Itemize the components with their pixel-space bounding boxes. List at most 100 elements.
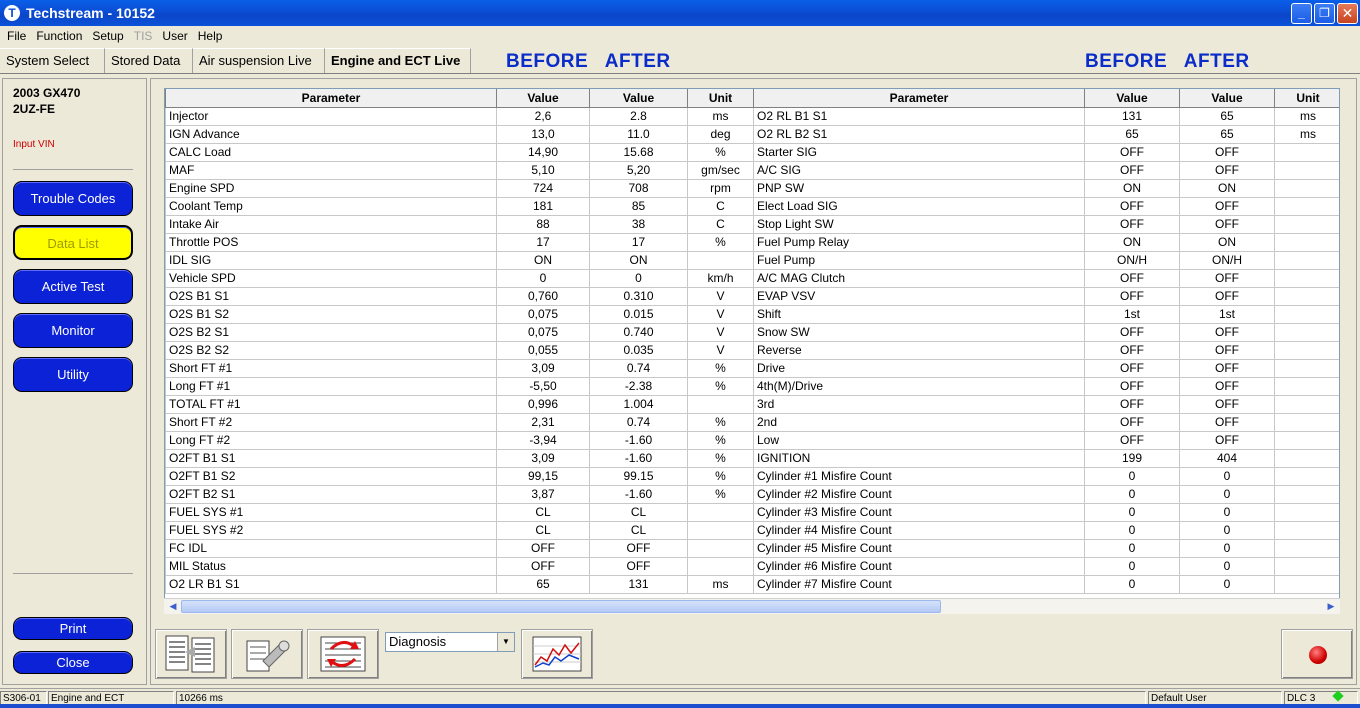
snapshot-button[interactable] <box>231 629 303 679</box>
table-row[interactable]: CALC Load 14,90 15.68% <box>165 142 754 162</box>
value-before-cell: 0,075 <box>496 322 590 342</box>
chevron-down-icon[interactable]: ▼ <box>497 633 514 651</box>
table-row[interactable]: Injector 2,6 2.8 ms <box>165 106 754 126</box>
table-row[interactable]: Elect Load SIG OFF OFF <box>753 196 1339 216</box>
table-row[interactable]: 2nd OFF OFF <box>753 412 1339 432</box>
table-row[interactable]: MIL Status OFF OFF <box>165 556 754 576</box>
tab-system-select[interactable]: System Select <box>0 48 105 73</box>
menu-help[interactable]: Help <box>193 29 228 43</box>
menu-setup[interactable]: Setup <box>87 29 128 43</box>
menu-function[interactable]: Function <box>31 29 87 43</box>
table-row[interactable]: Stop Light SW OFF OFF <box>753 214 1339 234</box>
table-row[interactable]: O2S B1 S1 0,760 0.310 V <box>165 286 754 306</box>
input-vin-link[interactable]: Input VIN <box>13 139 55 150</box>
table-row[interactable]: 3rd OFF OFF <box>753 394 1339 414</box>
data-list-button[interactable]: Data List <box>13 225 133 260</box>
table-row[interactable]: FC IDL OFF OFF <box>165 538 754 558</box>
table-row[interactable]: Reverse OFF OFF <box>753 340 1339 360</box>
table-row[interactable]: Vehicle SPD 0 0 km/h <box>165 268 754 288</box>
table-row[interactable]: O2 RL B1 S1 131 65 ms <box>753 106 1339 126</box>
value-before-cell: 0,055 <box>496 340 590 360</box>
monitor-button[interactable]: Monitor <box>13 313 133 348</box>
table-row[interactable]: PNP SW ON ON <box>753 178 1339 198</box>
table-row[interactable]: Drive OFF OFF <box>753 358 1339 378</box>
unit-cell <box>1274 322 1339 342</box>
table-row[interactable]: MAF 5,10 5,20 gm/sec <box>165 160 754 180</box>
column-header-unit[interactable]: Unit <box>1274 89 1339 108</box>
swap-view-button[interactable] <box>307 629 379 679</box>
maximize-button[interactable]: ❐ <box>1314 3 1335 24</box>
table-row[interactable]: Long FT #1 -5,50 -2.38% <box>165 376 754 396</box>
table-row[interactable]: FUEL SYS #1 CL CL <box>165 502 754 522</box>
active-test-button[interactable]: Active Test <box>13 269 133 304</box>
parameter-cell: FUEL SYS #2 <box>165 520 497 540</box>
table-row[interactable]: Cylinder #5 Misfire Count 0 0 <box>753 538 1339 558</box>
column-header-value-after[interactable]: Value <box>1179 89 1275 108</box>
trouble-codes-button[interactable]: Trouble Codes <box>13 181 133 216</box>
scroll-right-icon[interactable]: ▶ <box>1324 600 1338 613</box>
utility-button[interactable]: Utility <box>13 357 133 392</box>
table-row[interactable]: Snow SW OFF OFF <box>753 322 1339 342</box>
close-button[interactable]: Close <box>13 651 133 674</box>
record-button[interactable] <box>1281 629 1353 679</box>
table-row[interactable]: Cylinder #6 Misfire Count 0 0 <box>753 556 1339 576</box>
table-row[interactable]: 4th(M)/Drive OFF OFF <box>753 376 1339 396</box>
table-row[interactable]: Cylinder #4 Misfire Count 0 0 <box>753 520 1339 540</box>
table-row[interactable]: A/C MAG Clutch OFF OFF <box>753 268 1339 288</box>
table-row[interactable]: O2 LR B1 S1 65 131 ms <box>165 574 754 594</box>
table-row[interactable]: O2FT B1 S1 3,09 -1.60% <box>165 448 754 468</box>
value-after-cell: 11.0 <box>589 124 688 144</box>
table-row[interactable]: Short FT #1 3,09 0.74% <box>165 358 754 378</box>
table-row[interactable]: FUEL SYS #2 CL CL <box>165 520 754 540</box>
menu-file[interactable]: File <box>2 29 31 43</box>
table-row[interactable]: O2 RL B2 S1 65 65 ms <box>753 124 1339 144</box>
table-row[interactable]: O2S B2 S1 0,075 0.740 V <box>165 322 754 342</box>
print-button[interactable]: Print <box>13 617 133 640</box>
table-row[interactable]: Cylinder #2 Misfire Count 0 0 <box>753 484 1339 504</box>
column-header-parameter[interactable]: Parameter <box>165 89 497 108</box>
column-header-parameter[interactable]: Parameter <box>753 89 1085 108</box>
table-row[interactable]: O2S B1 S2 0,075 0.015 V <box>165 304 754 324</box>
close-window-button[interactable]: ✕ <box>1337 3 1358 24</box>
table-row[interactable]: O2S B2 S2 0,055 0.035 V <box>165 340 754 360</box>
value-after-cell: OFF <box>1179 340 1275 360</box>
table-row[interactable]: A/C SIG OFF OFF <box>753 160 1339 180</box>
tab-air-suspension-live[interactable]: Air suspension Live <box>193 48 325 73</box>
table-row[interactable]: TOTAL FT #1 0,996 1.004 <box>165 394 754 414</box>
table-row[interactable]: Cylinder #3 Misfire Count 0 0 <box>753 502 1339 522</box>
table-row[interactable]: IGNITION 199 404 <box>753 448 1339 468</box>
scrollbar-thumb[interactable] <box>181 600 941 613</box>
data-list-view-button[interactable] <box>155 629 227 679</box>
table-row[interactable]: O2FT B2 S1 3,87 -1.60% <box>165 484 754 504</box>
table-row[interactable]: Intake Air 88 38 C <box>165 214 754 234</box>
minimize-button[interactable]: _ <box>1291 3 1312 24</box>
table-row[interactable]: Throttle POS 17 17% <box>165 232 754 252</box>
table-row[interactable]: Starter SIG OFF OFF <box>753 142 1339 162</box>
table-row[interactable]: Long FT #2 -3,94 -1.60% <box>165 430 754 450</box>
table-row[interactable]: IGN Advance 13,0 11.0 deg <box>165 124 754 144</box>
column-header-unit[interactable]: Unit <box>687 89 754 108</box>
table-row[interactable]: Engine SPD 724 708 rpm <box>165 178 754 198</box>
tab-engine-ect-live[interactable]: Engine and ECT Live <box>325 48 471 73</box>
horizontal-scrollbar[interactable]: ◀ ▶ <box>164 598 1340 614</box>
column-header-value-before[interactable]: Value <box>1084 89 1180 108</box>
graph-view-button[interactable] <box>521 629 593 679</box>
table-row[interactable]: Low OFF OFF <box>753 430 1339 450</box>
tab-stored-data[interactable]: Stored Data <box>105 48 193 73</box>
table-row[interactable]: Fuel Pump Relay ON ON <box>753 232 1339 252</box>
mode-dropdown[interactable]: Diagnosis ▼ <box>385 632 515 652</box>
table-row[interactable]: Coolant Temp 181 85 C <box>165 196 754 216</box>
table-row[interactable]: O2FT B1 S2 99,15 99.15% <box>165 466 754 486</box>
table-row[interactable]: Shift 1st 1st <box>753 304 1339 324</box>
table-row[interactable]: Fuel Pump ON/H ON/H <box>753 250 1339 270</box>
menu-user[interactable]: User <box>157 29 192 43</box>
table-row[interactable]: EVAP VSV OFF OFF <box>753 286 1339 306</box>
table-row[interactable]: Cylinder #1 Misfire Count 0 0 <box>753 466 1339 486</box>
table-row[interactable]: Cylinder #7 Misfire Count 0 0 <box>753 574 1339 594</box>
table-row[interactable]: Short FT #2 2,31 0.74% <box>165 412 754 432</box>
column-header-value-after[interactable]: Value <box>589 89 688 108</box>
value-after-cell: 1st <box>1179 304 1275 324</box>
scroll-left-icon[interactable]: ◀ <box>166 600 180 613</box>
column-header-value-before[interactable]: Value <box>496 89 590 108</box>
table-row[interactable]: IDL SIG ON ON <box>165 250 754 270</box>
